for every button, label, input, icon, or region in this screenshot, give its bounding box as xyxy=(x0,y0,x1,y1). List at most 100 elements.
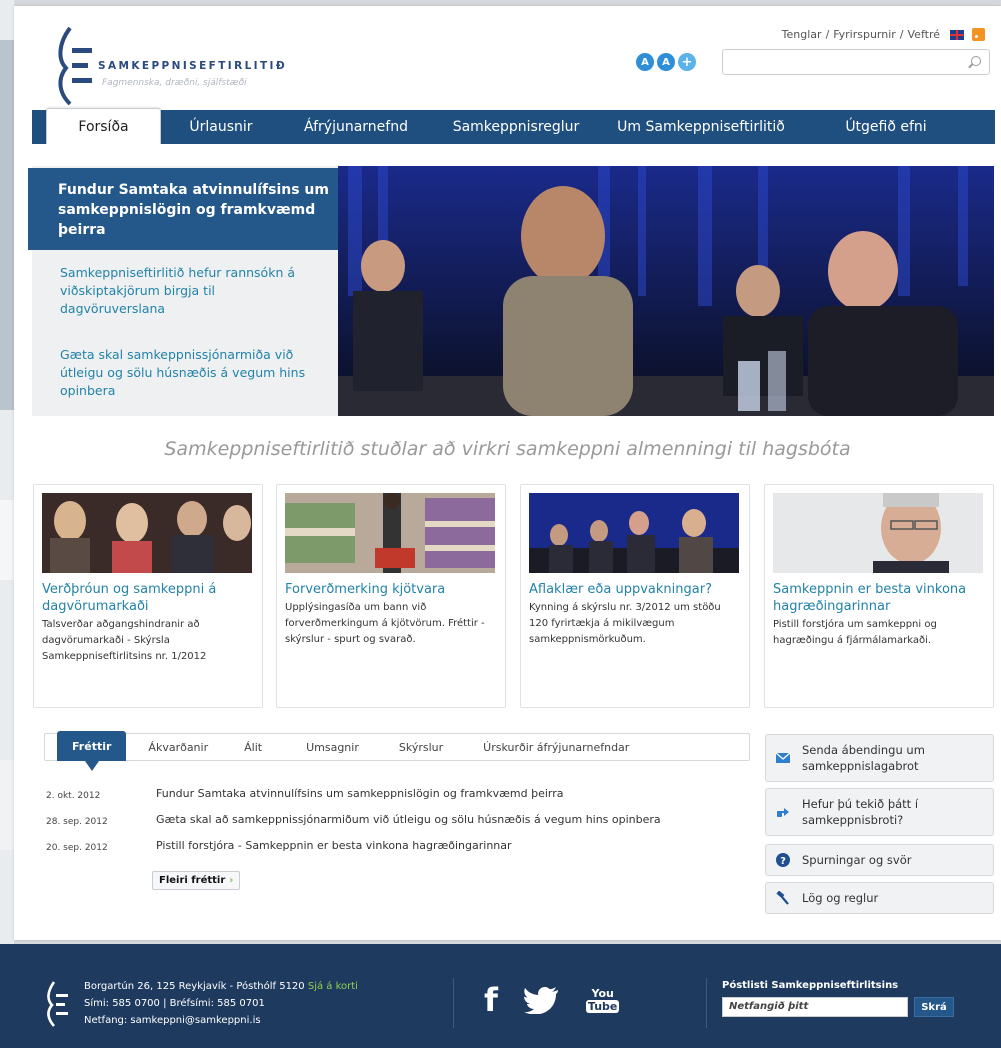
card-image[interactable] xyxy=(529,493,739,573)
card-title[interactable]: Forverðmerking kjötvara Upplýsingasíða u… xyxy=(285,581,499,648)
news-link[interactable]: Pistill forstjóra - Samkeppnin er besta … xyxy=(156,839,512,852)
news-date: 20. sep. 2012 xyxy=(46,843,108,853)
faq-button[interactable]: ? Spurningar og svör xyxy=(765,844,994,876)
report-violation-button[interactable]: Senda ábendingu um samkeppnislagabrot xyxy=(765,734,994,782)
tab-umsagnir[interactable]: Umsagnir xyxy=(280,733,377,761)
nav-item-samkeppnisreglur[interactable]: Samkeppnisreglur xyxy=(431,110,601,144)
card-title-text[interactable]: Verðþróun og samkeppni á dagvörumarkaði xyxy=(42,581,256,615)
site-footer: Borgartún 26, 125 Reykjavík - Pósthólf 5… xyxy=(0,944,1001,1048)
side-button-label: Lög og reglur xyxy=(802,891,879,905)
card-photo-director xyxy=(773,493,983,573)
card-title[interactable]: Verðþróun og samkeppni á dagvörumarkaði … xyxy=(42,581,256,665)
footer-email[interactable]: Netfang: samkeppni@samkeppni.is xyxy=(84,1012,358,1029)
logo-tagline: Fagmennska, dræðni, sjálfstæði xyxy=(102,78,247,88)
newsletter-submit-button[interactable]: Skrá xyxy=(914,997,954,1017)
nav-item-um-samkeppniseftirlitid[interactable]: Um Samkeppniseftirlitið xyxy=(601,110,801,144)
youtube-tube-text: Tube xyxy=(585,999,620,1013)
hero-item[interactable]: Samkeppniseftirlitið hefur rannsókn á vi… xyxy=(60,264,320,318)
footer-divider xyxy=(706,978,707,1028)
more-news-label: Fleiri fréttir xyxy=(159,875,226,886)
laws-button[interactable]: Lög og reglur xyxy=(765,882,994,914)
news-date: 2. okt. 2012 xyxy=(46,791,101,801)
footer-phone: Sími: 585 0700 | Bréfsími: 585 0701 xyxy=(84,998,265,1009)
news-tabs: Fréttir Ákvarðanir Álit Umsagnir Skýrslu… xyxy=(44,731,750,771)
link-veftre[interactable]: Veftré xyxy=(908,28,940,41)
accessibility-plus-button[interactable]: + xyxy=(678,53,696,71)
tab-akvardanir[interactable]: Ákvarðanir xyxy=(126,733,226,761)
card-description: Pistill forstjóra um samkeppni og hagræð… xyxy=(773,619,937,646)
newsletter-row: Netfangið þitt Skrá xyxy=(722,997,962,1017)
news-link[interactable]: Fundur Samtaka atvinnulífsins um samkepp… xyxy=(156,787,564,800)
card-title[interactable]: Aflaklær eða uppvakningar? Kynning á ský… xyxy=(529,581,743,648)
rss-icon[interactable] xyxy=(972,28,985,41)
card-image[interactable] xyxy=(773,493,983,573)
link-separator: / xyxy=(899,28,904,41)
main-navigation: Forsíða Úrlausnir Áfrýjunarnefnd Samkepp… xyxy=(32,108,995,144)
page-container: SAMKEPPNISEFTIRLITIÐ Fagmennska, dræðni,… xyxy=(14,6,1001,940)
news-item: 20. sep. 2012 Pistill forstjóra - Samkep… xyxy=(46,839,750,865)
hero-photo[interactable] xyxy=(338,166,994,416)
question-icon: ? xyxy=(776,853,790,867)
feature-card[interactable]: Aflaklær eða uppvakningar? Kynning á ský… xyxy=(520,484,750,708)
card-title-text[interactable]: Forverðmerking kjötvara xyxy=(285,581,499,598)
newsletter-label: Póstlisti Samkeppniseftirlitsins xyxy=(722,980,899,991)
map-link[interactable]: Sjá á korti xyxy=(308,981,358,992)
social-links: f You Tube xyxy=(484,984,620,1016)
text-size-controls: A A + xyxy=(636,53,696,71)
card-description: Talsverðar aðgangshindranir að dagvöruma… xyxy=(42,619,207,662)
participated-button[interactable]: Hefur þú tekið þátt í samkeppnisbroti? xyxy=(765,788,994,836)
news-list: 2. okt. 2012 Fundur Samtaka atvinnulífsi… xyxy=(46,787,750,865)
hero-item-active[interactable]: Fundur Samtaka atvinnulífsins um samkepp… xyxy=(28,168,341,250)
link-fyrirspurnir[interactable]: Fyrirspurnir xyxy=(833,28,896,41)
link-tenglar[interactable]: Tenglar xyxy=(782,28,822,41)
news-link[interactable]: Gæta skal að samkeppnissjónarmiðum við ú… xyxy=(156,813,661,826)
card-image[interactable] xyxy=(42,493,252,573)
card-title[interactable]: Samkeppnin er besta vinkona hagræðingari… xyxy=(773,581,987,649)
youtube-icon[interactable]: You Tube xyxy=(585,986,620,1013)
feature-card[interactable]: Verðþróun og samkeppni á dagvörumarkaði … xyxy=(33,484,263,708)
tab-urskurdir[interactable]: Úrskurðir áfrýjunarnefndar xyxy=(461,733,647,761)
search-icon[interactable] xyxy=(971,56,981,66)
footer-address-line: Borgartún 26, 125 Reykjavík - Pósthólf 5… xyxy=(84,978,358,995)
card-photo-audience xyxy=(529,493,739,573)
tab-skyrslur[interactable]: Skýrslur xyxy=(377,733,461,761)
news-item: 2. okt. 2012 Fundur Samtaka atvinnulífsi… xyxy=(46,787,750,813)
more-news-button[interactable]: Fleiri fréttir › xyxy=(152,871,241,890)
text-size-large-button[interactable]: A xyxy=(657,53,675,71)
footer-divider xyxy=(453,978,454,1028)
feature-card[interactable]: Samkeppnin er besta vinkona hagræðingari… xyxy=(764,484,994,708)
link-separator: / xyxy=(825,28,830,41)
card-photo-supermarket xyxy=(285,493,495,573)
nav-item-forsida[interactable]: Forsíða xyxy=(46,108,161,144)
footer-logo-icon[interactable] xyxy=(42,980,72,1028)
hero-slider: Fundur Samtaka atvinnulífsins um samkepp… xyxy=(28,166,994,416)
facebook-icon[interactable]: f xyxy=(484,984,498,1016)
card-title-text[interactable]: Samkeppnin er besta vinkona hagræðingari… xyxy=(773,581,987,615)
logo-title: SAMKEPPNISEFTIRLITIÐ xyxy=(98,60,288,72)
chevron-right-icon: › xyxy=(229,875,234,886)
nav-item-afryjunarnefnd[interactable]: Áfrýjunarnefnd xyxy=(281,110,431,144)
card-photo-women xyxy=(42,493,252,573)
nav-item-utgefid-efni[interactable]: Útgefið efni xyxy=(801,110,971,144)
tab-alit[interactable]: Álit xyxy=(226,733,280,761)
hero-headline-list: Fundur Samtaka atvinnulífsins um samkepp… xyxy=(28,166,342,416)
youtube-text: You xyxy=(591,986,614,1000)
news-item: 28. sep. 2012 Gæta skal að samkeppnissjó… xyxy=(46,813,750,839)
hand-pointing-icon xyxy=(776,805,790,819)
nav-item-urlausnir[interactable]: Úrlausnir xyxy=(161,110,281,144)
card-image[interactable] xyxy=(285,493,495,573)
card-description: Upplýsingasíða um bann við forverðmerkin… xyxy=(285,602,485,645)
search-input[interactable] xyxy=(722,49,990,75)
english-flag-icon[interactable] xyxy=(950,29,964,40)
newsletter-email-field[interactable]: Netfangið þitt xyxy=(722,997,908,1017)
twitter-icon[interactable] xyxy=(523,986,560,1014)
card-title-text[interactable]: Aflaklær eða uppvakningar? xyxy=(529,581,743,598)
tab-frettir[interactable]: Fréttir xyxy=(57,731,127,771)
feature-card[interactable]: Forverðmerking kjötvara Upplýsingasíða u… xyxy=(276,484,506,708)
text-size-small-button[interactable]: A xyxy=(636,53,654,71)
side-button-label: Senda ábendingu um samkeppnislagabrot xyxy=(802,743,925,773)
logo-mark-icon xyxy=(58,26,92,106)
hero-item[interactable]: Gæta skal samkeppnissjónarmiða við útlei… xyxy=(60,346,320,400)
site-logo[interactable]: SAMKEPPNISEFTIRLITIÐ Fagmennska, dræðni,… xyxy=(48,26,308,106)
envelope-icon xyxy=(776,753,790,763)
